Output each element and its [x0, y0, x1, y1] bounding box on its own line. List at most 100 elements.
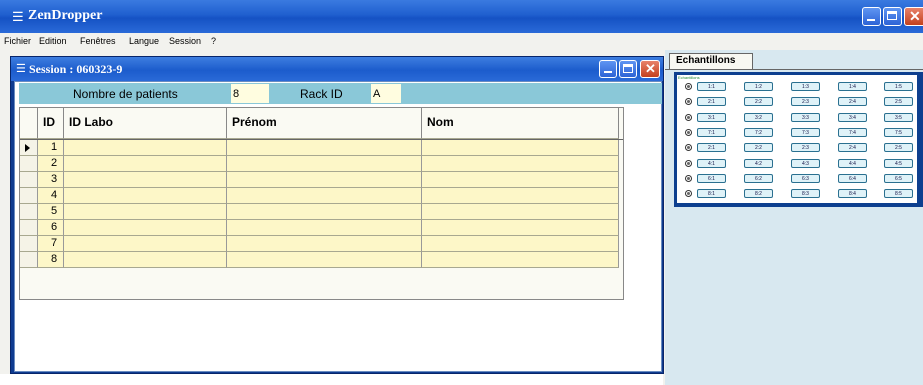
cell-prenom[interactable]	[227, 172, 422, 188]
cell-id-labo[interactable]	[64, 220, 227, 236]
rack-slot-button[interactable]: 3:2	[744, 112, 773, 122]
cell-prenom[interactable]	[227, 252, 422, 268]
rack-row-radio[interactable]	[685, 128, 692, 136]
cell-prenom[interactable]	[227, 156, 422, 172]
rack-slot-button[interactable]: 3:4	[838, 112, 867, 122]
row-selector[interactable]	[20, 220, 38, 236]
rack-slot-button[interactable]: 3:5	[884, 112, 913, 122]
cell-nom[interactable]	[422, 236, 619, 252]
cell-prenom[interactable]	[227, 236, 422, 252]
menu-edition[interactable]: Edition	[39, 36, 67, 46]
cell-id[interactable]: 8	[38, 252, 64, 268]
row-selector[interactable]	[20, 140, 38, 156]
rack-slot-button[interactable]: 2:3	[791, 143, 820, 153]
cell-nom[interactable]	[422, 252, 619, 268]
cell-prenom[interactable]	[227, 220, 422, 236]
cell-nom[interactable]	[422, 188, 619, 204]
rack-slot-button[interactable]: 8:1	[697, 189, 726, 199]
rack-row-radio[interactable]	[685, 83, 692, 90]
session-titlebar[interactable]: ☰ Session : 060323-9 ✕	[11, 57, 663, 81]
cell-id-labo[interactable]	[64, 188, 227, 204]
app-titlebar[interactable]: ☰ ZenDropper ✕	[0, 0, 923, 33]
app-maximize-button[interactable]	[883, 7, 902, 26]
rack-id-input[interactable]	[371, 84, 401, 103]
cell-nom[interactable]	[422, 204, 619, 220]
menu-fichier[interactable]: Fichier	[4, 36, 31, 46]
rack-slot-button[interactable]: 7:3	[791, 127, 820, 137]
col-header-id[interactable]: ID	[38, 108, 64, 139]
rack-slot-button[interactable]: 2:2	[744, 97, 773, 107]
cell-prenom[interactable]	[227, 204, 422, 220]
rack-slot-button[interactable]: 3:3	[791, 112, 820, 122]
row-selector[interactable]	[20, 204, 38, 220]
cell-id-labo[interactable]	[64, 172, 227, 188]
cell-nom[interactable]	[422, 140, 619, 156]
rack-slot-button[interactable]: 4:4	[838, 158, 867, 168]
rack-row-radio[interactable]	[685, 174, 692, 182]
cell-id[interactable]: 5	[38, 204, 64, 220]
session-maximize-button[interactable]	[619, 60, 637, 78]
col-header-prenom[interactable]: Prénom	[227, 108, 422, 139]
rack-slot-button[interactable]: 6:5	[884, 173, 913, 183]
cell-id[interactable]: 1	[38, 140, 64, 156]
rack-slot-button[interactable]: 2:5	[884, 143, 913, 153]
cell-nom[interactable]	[422, 172, 619, 188]
rack-slot-button[interactable]: 1:3	[791, 82, 820, 91]
rack-slot-button[interactable]: 8:3	[791, 189, 820, 199]
rack-row-radio[interactable]	[685, 190, 692, 198]
cell-nom[interactable]	[422, 220, 619, 236]
row-selector[interactable]	[20, 156, 38, 172]
rack-slot-button[interactable]: 4:5	[884, 158, 913, 168]
rack-slot-button[interactable]: 1:5	[884, 82, 913, 91]
rack-slot-button[interactable]: 2:5	[884, 97, 913, 107]
nb-patients-input[interactable]	[231, 84, 269, 103]
rack-slot-button[interactable]: 4:2	[744, 158, 773, 168]
session-close-button[interactable]: ✕	[640, 60, 660, 78]
menu-help[interactable]: ?	[211, 36, 216, 46]
cell-id-labo[interactable]	[64, 204, 227, 220]
rack-slot-button[interactable]: 7:4	[838, 127, 867, 137]
rack-slot-button[interactable]: 7:1	[697, 127, 726, 137]
rack-slot-button[interactable]: 1:1	[697, 82, 726, 91]
row-selector[interactable]	[20, 252, 38, 268]
rack-slot-button[interactable]: 6:3	[791, 173, 820, 183]
rack-row-radio[interactable]	[685, 144, 692, 152]
rack-row-radio[interactable]	[685, 159, 692, 167]
col-header-id-labo[interactable]: ID Labo	[64, 108, 227, 139]
rack-slot-button[interactable]: 2:3	[791, 97, 820, 107]
rack-slot-button[interactable]: 2:4	[838, 97, 867, 107]
menu-langue[interactable]: Langue	[129, 36, 159, 46]
rack-slot-button[interactable]: 8:2	[744, 189, 773, 199]
rack-slot-button[interactable]: 2:4	[838, 143, 867, 153]
cell-id[interactable]: 6	[38, 220, 64, 236]
row-selector[interactable]	[20, 236, 38, 252]
cell-id-labo[interactable]	[64, 156, 227, 172]
cell-nom[interactable]	[422, 156, 619, 172]
rack-row-radio[interactable]	[685, 98, 692, 106]
cell-id[interactable]: 3	[38, 172, 64, 188]
row-selector[interactable]	[20, 172, 38, 188]
rack-slot-button[interactable]: 2:2	[744, 143, 773, 153]
app-minimize-button[interactable]	[862, 7, 881, 26]
rack-slot-button[interactable]: 4:1	[697, 158, 726, 168]
rack-row-radio[interactable]	[685, 113, 692, 121]
menu-fenetres[interactable]: Fenêtres	[80, 36, 116, 46]
rack-slot-button[interactable]: 6:2	[744, 173, 773, 183]
rack-slot-button[interactable]: 2:1	[697, 143, 726, 153]
row-selector[interactable]	[20, 188, 38, 204]
rack-slot-button[interactable]: 3:1	[697, 112, 726, 122]
cell-prenom[interactable]	[227, 188, 422, 204]
rack-slot-button[interactable]: 8:4	[838, 189, 867, 199]
cell-id[interactable]: 2	[38, 156, 64, 172]
cell-id-labo[interactable]	[64, 252, 227, 268]
rack-slot-button[interactable]: 7:5	[884, 127, 913, 137]
cell-id[interactable]: 7	[38, 236, 64, 252]
rack-slot-button[interactable]: 6:1	[697, 173, 726, 183]
menu-session[interactable]: Session	[169, 36, 201, 46]
cell-prenom[interactable]	[227, 140, 422, 156]
cell-id-labo[interactable]	[64, 236, 227, 252]
app-close-button[interactable]: ✕	[904, 7, 923, 26]
col-header-nom[interactable]: Nom	[422, 108, 619, 139]
cell-id[interactable]: 4	[38, 188, 64, 204]
rack-slot-button[interactable]: 8:5	[884, 189, 913, 199]
